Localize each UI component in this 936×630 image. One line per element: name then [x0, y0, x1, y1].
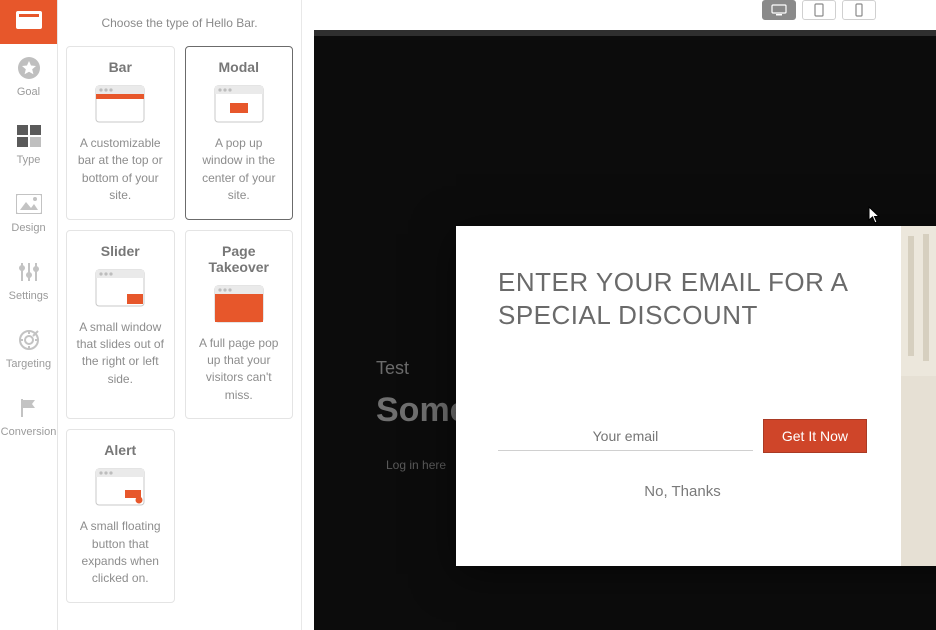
preview-background-content: Test Some Log in here [376, 358, 469, 472]
target-icon [15, 326, 43, 354]
modal-thumb-icon [214, 85, 264, 123]
nav-design[interactable]: Design [0, 180, 57, 248]
modal-image [901, 226, 936, 566]
bar-thumb-icon [95, 85, 145, 123]
nav-conversion-label: Conversion [1, 426, 57, 438]
modal-headline: ENTER YOUR EMAIL FOR A SPECIAL DISCOUNT [498, 266, 867, 331]
nav-targeting[interactable]: Targeting [0, 316, 57, 384]
tablet-icon [814, 3, 824, 17]
preview-modal: ENTER YOUR EMAIL FOR A SPECIAL DISCOUNT … [456, 226, 936, 566]
logo-icon [15, 6, 43, 34]
left-nav-rail: Goal Type Design Settings Targeting [0, 0, 58, 630]
preview-frame: Test Some Log in here ENTER YOUR EMAIL F… [314, 30, 936, 630]
type-card-title: Alert [75, 442, 166, 458]
type-card-title: Slider [75, 243, 166, 259]
star-icon [15, 54, 43, 82]
nav-conversion[interactable]: Conversion [0, 384, 57, 452]
mobile-icon [855, 3, 863, 17]
flag-icon [15, 394, 43, 422]
nav-goal[interactable]: Goal [0, 44, 57, 112]
nav-type[interactable]: Type [0, 112, 57, 180]
type-card-desc: A pop up window in the center of your si… [194, 135, 285, 205]
decline-link[interactable]: No, Thanks [498, 483, 867, 500]
type-card-alert[interactable]: Alert A small floating button that expan… [66, 429, 175, 603]
type-card-desc: A small floating button that expands whe… [75, 518, 166, 588]
type-card-bar[interactable]: Bar A customizable bar at the top or bot… [66, 46, 175, 220]
panel-subtitle: Choose the type of Hello Bar. [66, 16, 293, 30]
type-card-title: Page Takeover [194, 243, 285, 275]
type-card-title: Modal [194, 59, 285, 75]
type-card-desc: A customizable bar at the top or bottom … [75, 135, 166, 205]
type-card-title: Bar [75, 59, 166, 75]
slider-thumb-icon [95, 269, 145, 307]
preview-device-toolbar [302, 0, 936, 30]
takeover-thumb-icon [214, 285, 264, 323]
preview-area: Test Some Log in here ENTER YOUR EMAIL F… [302, 0, 936, 630]
cta-button[interactable]: Get It Now [763, 419, 867, 453]
alert-thumb-icon [95, 468, 145, 506]
type-card-desc: A full page pop up that your visitors ca… [194, 335, 285, 405]
type-card-desc: A small window that slides out of the ri… [75, 319, 166, 389]
sliders-icon [15, 258, 43, 286]
nav-logo-item[interactable] [0, 0, 57, 44]
desktop-icon [771, 4, 787, 16]
type-card-modal[interactable]: Modal A pop up window in the center of y… [185, 46, 294, 220]
type-card-page-takeover[interactable]: Page Takeover A full page pop up that yo… [185, 230, 294, 420]
cursor-icon [868, 206, 882, 224]
nav-targeting-label: Targeting [6, 358, 51, 370]
nav-type-label: Type [17, 154, 41, 166]
type-card-slider[interactable]: Slider A small window that slides out of… [66, 230, 175, 420]
email-input[interactable] [498, 422, 753, 451]
nav-design-label: Design [11, 222, 45, 234]
bg-heading: Some [376, 391, 469, 430]
device-mobile-button[interactable] [842, 0, 876, 20]
grid-icon [15, 122, 43, 150]
device-desktop-button[interactable] [762, 0, 796, 20]
nav-goal-label: Goal [17, 86, 40, 98]
device-tablet-button[interactable] [802, 0, 836, 20]
nav-settings-label: Settings [9, 290, 49, 302]
nav-settings[interactable]: Settings [0, 248, 57, 316]
bg-subtitle: Test [376, 358, 469, 379]
modal-form: Get It Now [498, 419, 867, 453]
image-icon [15, 190, 43, 218]
type-config-panel: Choose the type of Hello Bar. Bar A cust… [58, 0, 302, 630]
